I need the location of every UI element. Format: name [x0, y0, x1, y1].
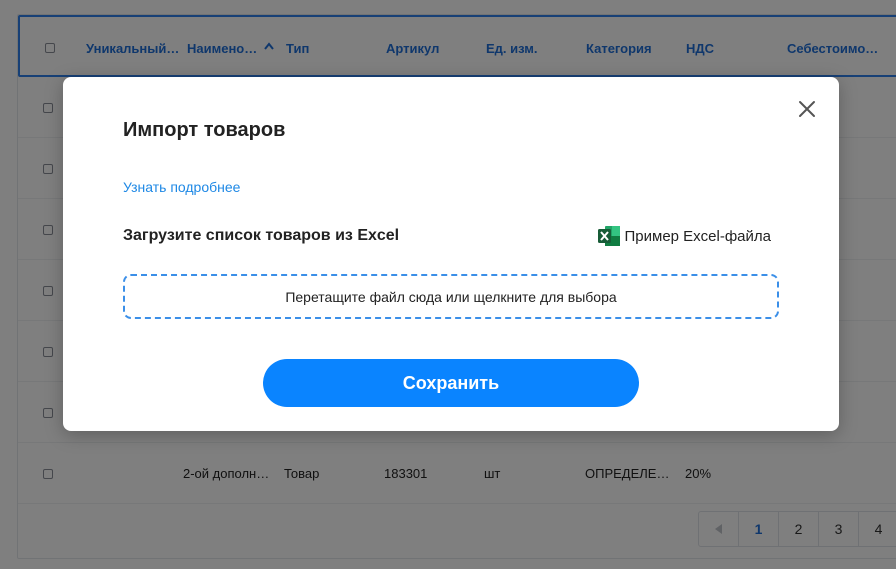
example-excel-label: Пример Excel-файла [624, 227, 772, 245]
import-products-modal: Импорт товаров Узнать подробнее Загрузит… [63, 77, 839, 431]
example-excel-link[interactable]: Пример Excel-файла [597, 224, 772, 248]
save-button[interactable]: Сохранить [263, 359, 639, 407]
dropzone-text: Перетащите файл сюда или щелкните для вы… [285, 288, 617, 305]
file-dropzone[interactable]: Перетащите файл сюда или щелкните для вы… [123, 274, 779, 319]
modal-title: Импорт товаров [123, 119, 286, 141]
close-icon[interactable] [797, 99, 817, 119]
learn-more-link[interactable]: Узнать подробнее [123, 179, 240, 195]
excel-icon [597, 226, 620, 246]
upload-label: Загрузите список товаров из Excel [123, 227, 400, 244]
